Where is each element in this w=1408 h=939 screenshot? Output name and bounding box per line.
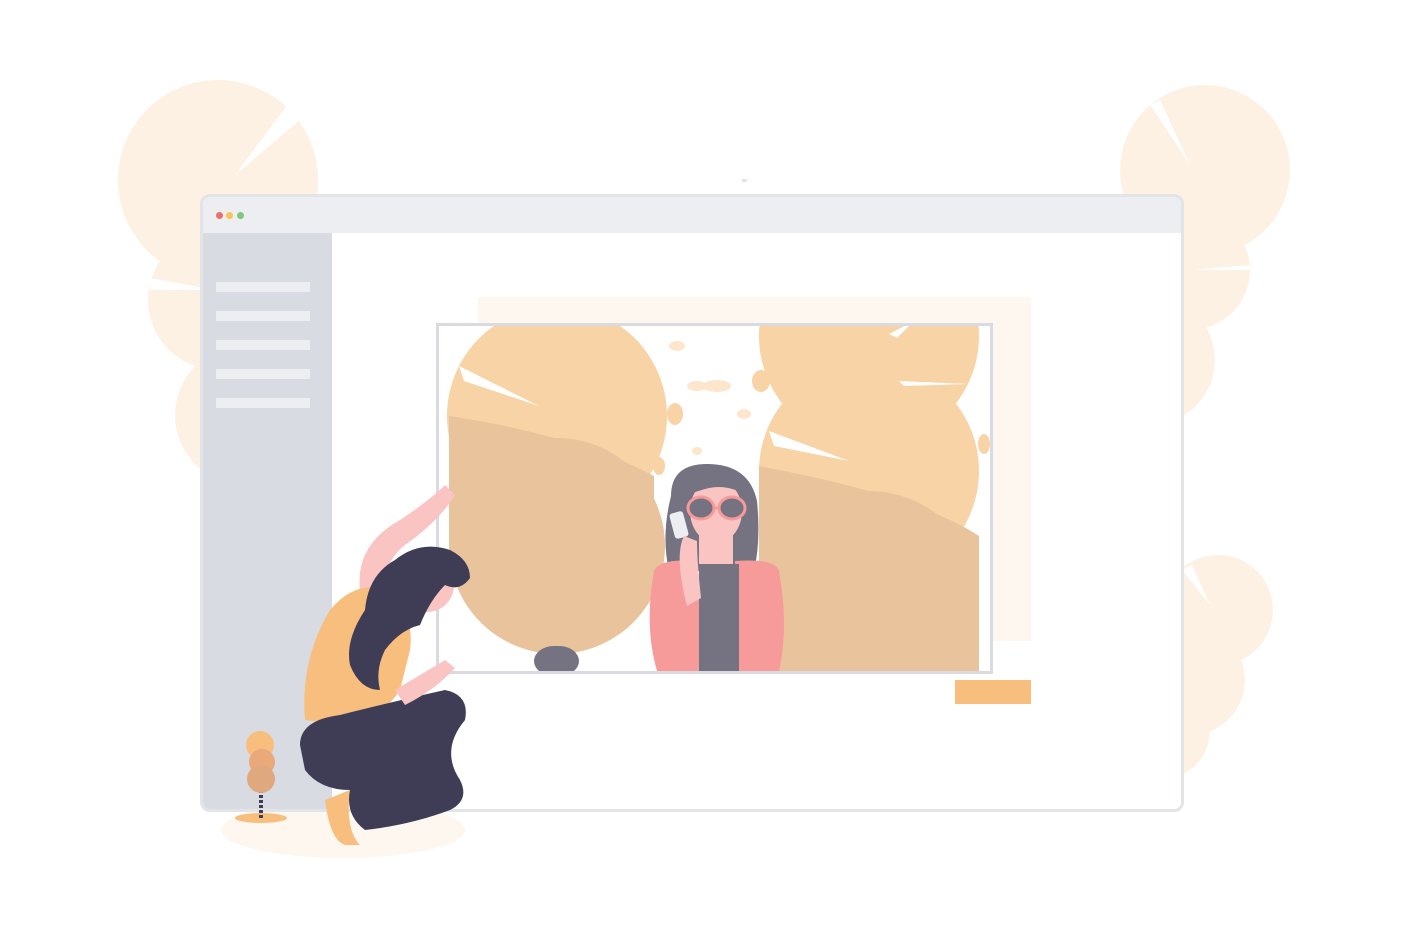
top-marker — [742, 179, 747, 182]
sidebar — [203, 233, 332, 809]
sidebar-item-1[interactable] — [216, 282, 310, 292]
sidebar-item-4[interactable] — [216, 369, 310, 379]
minimize-dot-icon[interactable] — [226, 212, 233, 219]
photo-right-tree-icon — [752, 326, 990, 671]
sidebar-item-5[interactable] — [216, 398, 310, 408]
cta-button[interactable] — [955, 680, 1031, 704]
close-dot-icon[interactable] — [216, 212, 223, 219]
window-titlebar — [203, 197, 1181, 233]
photo-left-tree-icon — [447, 326, 683, 671]
photo-frame[interactable] — [436, 323, 993, 674]
sidebar-item-2[interactable] — [216, 311, 310, 321]
floating-petals — [669, 341, 751, 455]
sidebar-item-3[interactable] — [216, 340, 310, 350]
maximize-dot-icon[interactable] — [237, 212, 244, 219]
selfie-photo-illustration — [447, 326, 990, 671]
